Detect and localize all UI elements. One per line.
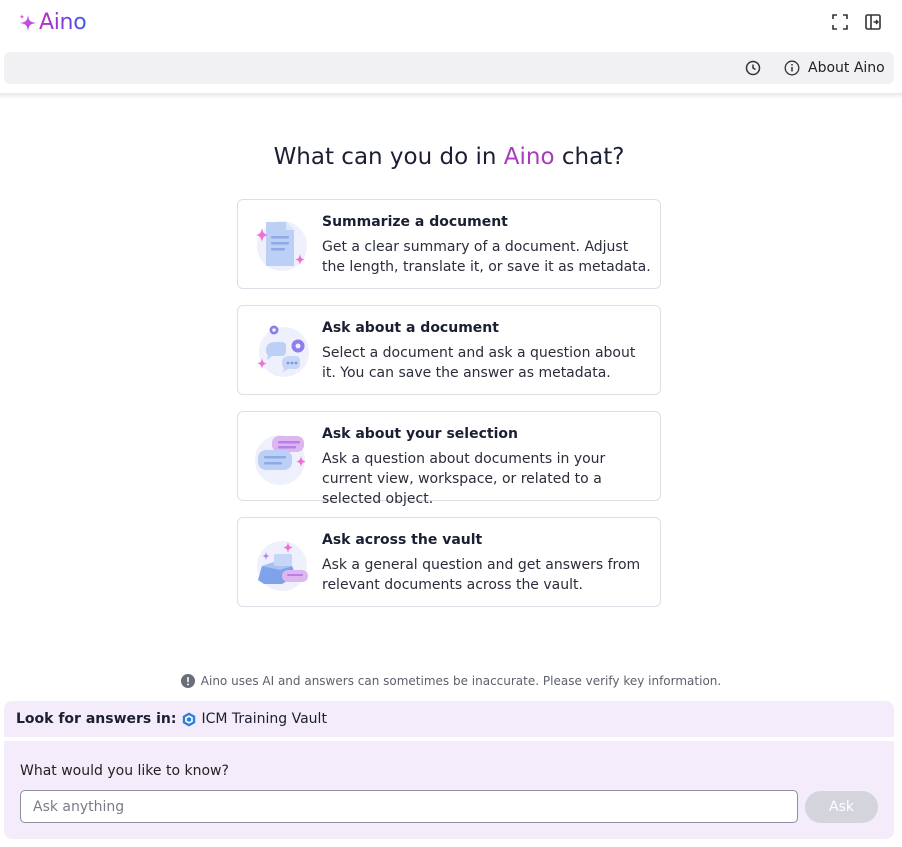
app-name: Aino <box>39 10 87 35</box>
card-description: Ask a question about documents in your c… <box>322 451 606 507</box>
card-title: Ask about your selection <box>322 426 518 442</box>
card-description: Select a document and ask a question abo… <box>322 345 636 381</box>
ask-panel: What would you like to know? Ask <box>4 741 894 839</box>
card-title: Summarize a document <box>322 214 508 230</box>
card-title: Ask across the vault <box>322 532 483 548</box>
selection-chat-illustration <box>255 435 306 485</box>
title-text-end: chat? <box>561 144 625 170</box>
document-question-illustration <box>257 325 309 377</box>
answer-scope-bar: Look for answers in: ICM Training Vault <box>4 701 894 737</box>
toolbar-divider <box>0 93 902 99</box>
ask-vault-card[interactable]: Ask across the vault Ask a general quest… <box>237 517 661 607</box>
top-bar: Aino <box>0 0 902 50</box>
about-aino-label: About Aino <box>808 60 885 76</box>
aino-logo: Aino <box>18 10 87 35</box>
summarize-document-card[interactable]: Summarize a document Get a clear summary… <box>237 199 661 289</box>
ai-disclaimer: Aino uses AI and answers can sometimes b… <box>0 674 902 688</box>
title-text-start: What can you do in <box>273 144 497 170</box>
scope-label: Look for answers in: <box>16 711 177 727</box>
clock-icon[interactable] <box>744 59 762 77</box>
card-description: Ask a general question and get answers f… <box>322 557 641 593</box>
ask-selection-card[interactable]: Ask about your selection Ask a question … <box>237 411 661 507</box>
about-aino-button[interactable]: About Aino <box>784 57 885 79</box>
sparkle-icon <box>19 13 36 31</box>
page-title: What can you do in Aino chat? <box>0 144 898 170</box>
ask-input[interactable] <box>20 790 798 823</box>
vault-selector[interactable]: ICM Training Vault <box>182 711 327 727</box>
ask-button[interactable]: Ask <box>805 791 878 823</box>
card-title: Ask about a document <box>322 320 499 336</box>
vault-search-illustration <box>257 541 308 591</box>
title-brand: Aino <box>503 144 555 170</box>
vault-name: ICM Training Vault <box>201 711 327 727</box>
ask-prompt-label: What would you like to know? <box>20 763 229 779</box>
disclaimer-text: Aino uses AI and answers can sometimes b… <box>200 674 722 688</box>
document-summary-illustration <box>256 221 307 271</box>
ask-document-card[interactable]: Ask about a document Select a document a… <box>237 305 661 395</box>
vault-icon <box>183 712 196 726</box>
card-description: Get a clear summary of a document. Adjus… <box>322 239 651 275</box>
alert-icon <box>180 674 195 688</box>
expand-icon[interactable] <box>831 13 849 31</box>
toolbar: About Aino <box>4 52 894 84</box>
info-icon <box>784 60 800 76</box>
dock-panel-icon[interactable] <box>864 13 882 31</box>
